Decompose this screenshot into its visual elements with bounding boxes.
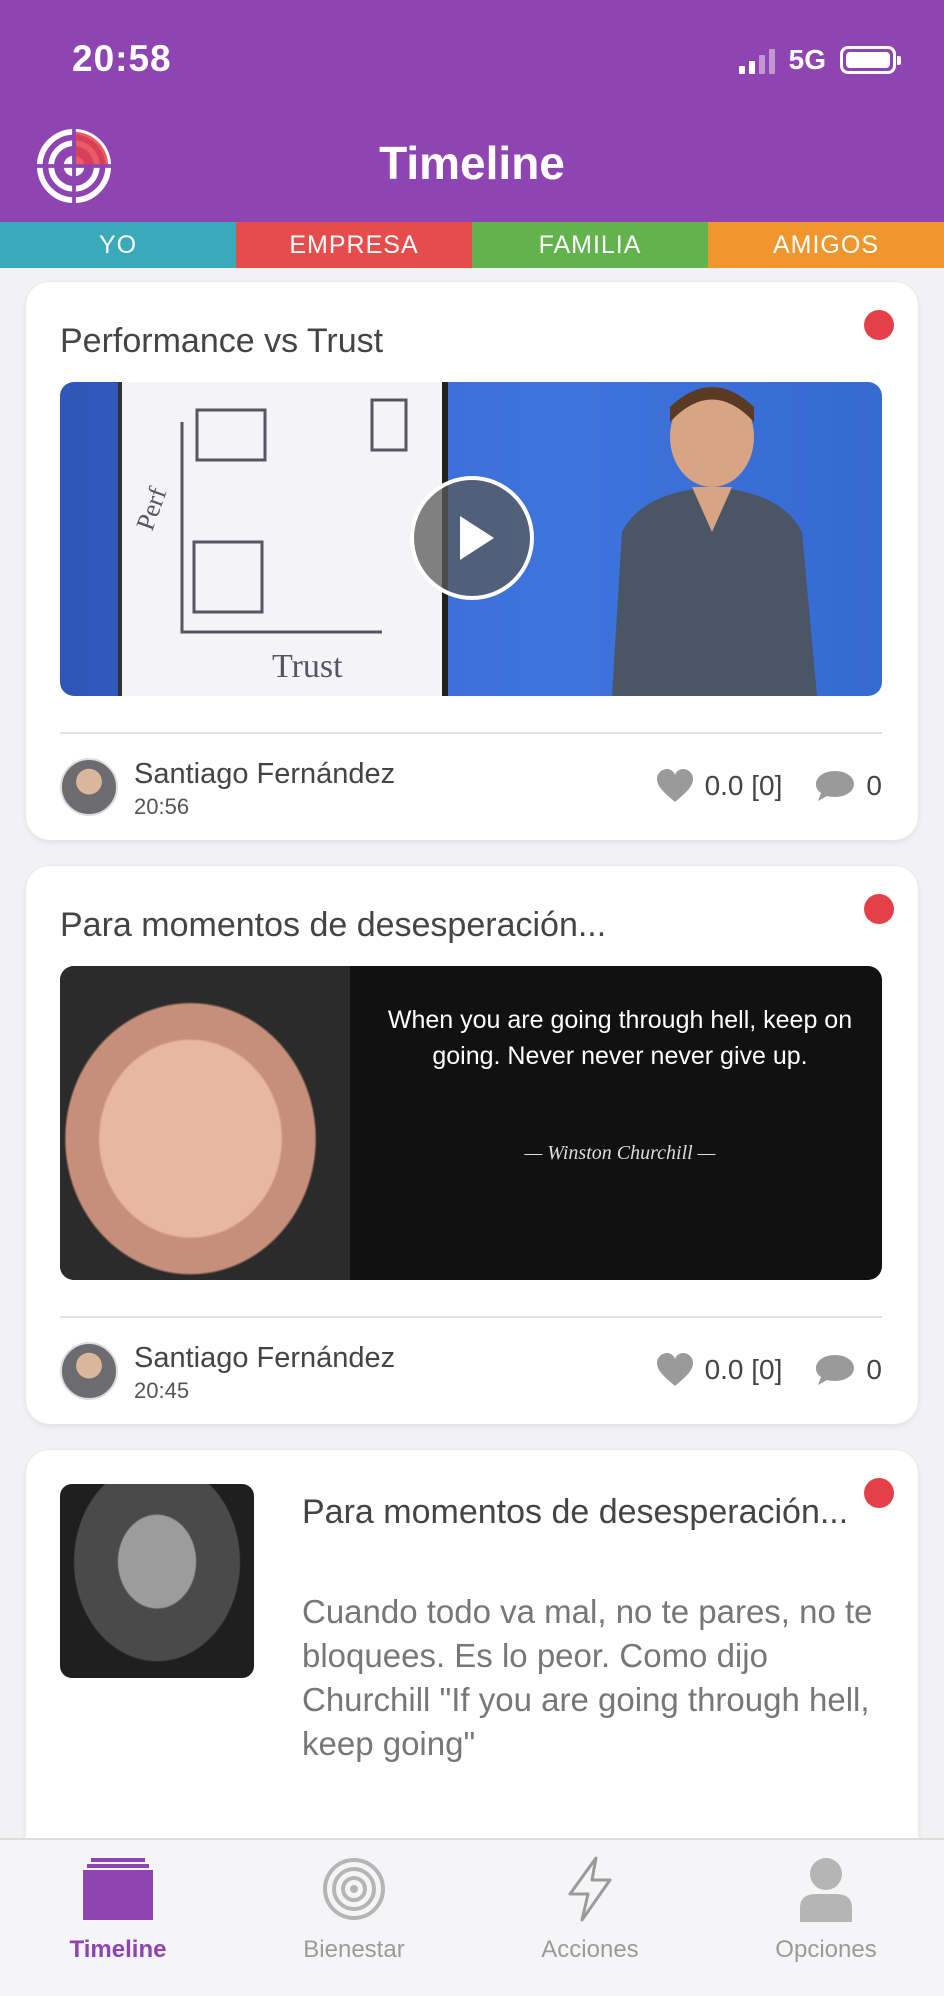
category-tabs: YO EMPRESA FAMILIA AMIGOS: [0, 222, 944, 268]
post-card[interactable]: Para momentos de desesperación... Cuando…: [26, 1450, 918, 1870]
speaker-image: [582, 382, 842, 696]
quote-text: When you are going through hell, keep on…: [387, 1006, 853, 1070]
status-time: 20:58: [72, 38, 172, 79]
nav-opciones[interactable]: Opciones: [708, 1840, 944, 1996]
divider: [60, 732, 882, 734]
post-thumbnail[interactable]: [60, 1484, 254, 1678]
tab-familia[interactable]: FAMILIA: [472, 222, 708, 268]
comment-count: 0: [866, 1354, 882, 1385]
comment-icon: [816, 771, 855, 801]
post-title: Para momentos de desesperación...: [302, 1493, 849, 1531]
layers-icon: [83, 1858, 153, 1920]
nav-timeline[interactable]: Timeline: [0, 1840, 236, 1996]
user-icon: [800, 1858, 852, 1922]
lightning-icon: [568, 1856, 612, 1922]
nav-label: Timeline: [69, 1936, 167, 1963]
heart-icon: [656, 769, 693, 802]
whiteboard-image: Perf Trust: [118, 382, 448, 696]
post-body: Cuando todo va mal, no te pares, no te b…: [302, 1593, 873, 1762]
battery-icon: [840, 46, 901, 74]
play-icon: [460, 516, 494, 560]
status-indicators: 5G: [738, 44, 901, 76]
post-stats: 0.0 [0] 0: [655, 1352, 882, 1388]
tab-yo[interactable]: YO: [0, 222, 236, 268]
comment-count: 0: [866, 770, 882, 801]
app-header: 20:58 5G Timeline: [0, 0, 944, 222]
post-stats: 0.0 [0] 0: [655, 768, 882, 804]
comment-button[interactable]: 0: [814, 769, 882, 803]
nav-label: Opciones: [775, 1936, 877, 1963]
nav-label: Bienestar: [303, 1936, 405, 1963]
unread-dot: [864, 894, 894, 924]
bottom-nav: Timeline Bienestar Acciones Opciones: [0, 1838, 944, 1996]
video-thumbnail[interactable]: Perf Trust: [60, 382, 882, 696]
divider: [60, 1316, 882, 1318]
tab-empresa[interactable]: EMPRESA: [236, 222, 472, 268]
like-button[interactable]: 0.0 [0]: [655, 1352, 783, 1388]
author-row: Santiago Fernández 20:45 0.0 [0] 0: [60, 1342, 882, 1403]
unread-dot: [864, 310, 894, 340]
network-label: 5G: [788, 44, 826, 75]
signal-icon: [738, 46, 775, 74]
svg-text:Trust: Trust: [272, 648, 343, 685]
unread-dot: [864, 1478, 894, 1508]
rating-value: 0.0 [0]: [704, 770, 783, 801]
nav-bienestar[interactable]: Bienestar: [236, 1840, 472, 1996]
svg-text:Perf: Perf: [130, 483, 172, 534]
comment-icon: [816, 1355, 855, 1385]
play-button[interactable]: [410, 476, 534, 600]
nav-label: Acciones: [541, 1936, 639, 1963]
post-time: 20:56: [134, 794, 190, 819]
author-name: Santiago Fernández: [134, 758, 396, 790]
nav-acciones[interactable]: Acciones: [472, 1840, 708, 1996]
comment-button[interactable]: 0: [814, 1353, 882, 1387]
post-title: Performance vs Trust: [60, 322, 384, 360]
author-name: Santiago Fernández: [134, 1342, 396, 1374]
post-card[interactable]: Performance vs Trust Perf Trust Santiago…: [26, 282, 918, 840]
avatar[interactable]: [60, 758, 118, 816]
portrait-image: [60, 966, 350, 1280]
post-time: 20:45: [134, 1378, 190, 1403]
app-screen: 20:58 5G Timeline YO EMPRESA FAMILIA AMI…: [0, 0, 944, 1996]
quote-image[interactable]: When you are going through hell, keep on…: [60, 966, 882, 1280]
like-button[interactable]: 0.0 [0]: [655, 768, 783, 804]
spiral-icon: [323, 1858, 385, 1920]
tab-amigos[interactable]: AMIGOS: [708, 222, 944, 268]
post-title: Para momentos de desesperación...: [60, 906, 607, 944]
post-card[interactable]: Para momentos de desesperación... When y…: [26, 866, 918, 1424]
rating-value: 0.0 [0]: [704, 1354, 783, 1385]
quote-author: — Winston Churchill —: [524, 1142, 716, 1164]
author-row: Santiago Fernández 20:56 0.0 [0] 0: [60, 758, 882, 819]
avatar[interactable]: [60, 1342, 118, 1400]
heart-icon: [656, 1353, 693, 1386]
page-title: Timeline: [379, 137, 565, 189]
